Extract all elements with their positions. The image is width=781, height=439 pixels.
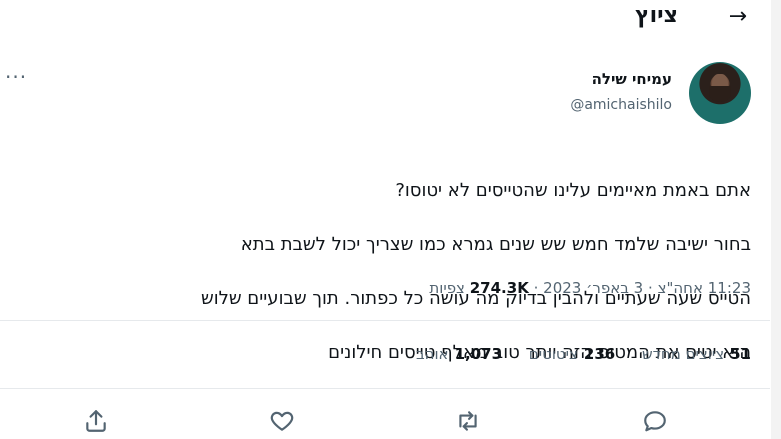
quotes-label: ציטוטים	[528, 345, 578, 363]
scrollbar[interactable]	[771, 0, 781, 439]
views-label: צפיות	[429, 279, 465, 297]
avatar[interactable]	[689, 62, 751, 124]
retweets-label: ציוצים מחדש	[642, 345, 725, 363]
divider	[0, 388, 770, 389]
tweet-line: אתם באמת מאיימים עלינו שהטייסים לא יטוסו…	[395, 180, 751, 201]
divider	[0, 320, 770, 321]
tweet-date[interactable]: 3 באפר׳ 2023	[543, 279, 643, 297]
tweet-line: בחור ישיבה שלמד חמש שש שנים גמרא כמו שצר…	[240, 234, 751, 255]
quotes-count: 236	[583, 345, 616, 363]
tweet-time[interactable]: 11:23 אחה"צ	[658, 279, 751, 297]
retweet-icon[interactable]	[455, 408, 483, 436]
likes-label: אוהב	[415, 345, 449, 363]
tweet-stats: 51 ציוצים מחדש 236 ציטוטים 1,073 אוהב	[394, 345, 751, 363]
tweet-actions	[0, 408, 781, 438]
meta-separator: ·	[648, 279, 653, 297]
retweets-stat[interactable]: 51 ציוצים מחדש	[642, 345, 751, 363]
author-handle[interactable]: @amichaishilo	[570, 97, 672, 113]
like-icon[interactable]	[269, 408, 297, 436]
meta-separator: ·	[533, 279, 539, 297]
quotes-stat[interactable]: 236 ציטוטים	[529, 345, 615, 363]
share-icon[interactable]	[83, 408, 111, 436]
likes-count: 1,073	[454, 345, 503, 363]
avatar-beard	[709, 86, 731, 102]
views-count: 274.3K	[469, 279, 529, 297]
page-title: ציוץ	[635, 3, 678, 28]
retweets-count: 51	[730, 345, 751, 363]
likes-stat[interactable]: 1,073 אוהב	[416, 345, 502, 363]
back-arrow-icon[interactable]: →	[729, 4, 747, 29]
reply-icon[interactable]	[642, 408, 670, 436]
top-bar: → ציוץ	[0, 0, 781, 36]
tweet-metadata: 11:23 אחה"צ · 3 באפר׳ 2023 · 274.3K צפיו…	[429, 279, 751, 297]
more-options-icon[interactable]: ···	[5, 65, 27, 89]
author-display-name[interactable]: עמיחי שילה	[592, 70, 672, 88]
